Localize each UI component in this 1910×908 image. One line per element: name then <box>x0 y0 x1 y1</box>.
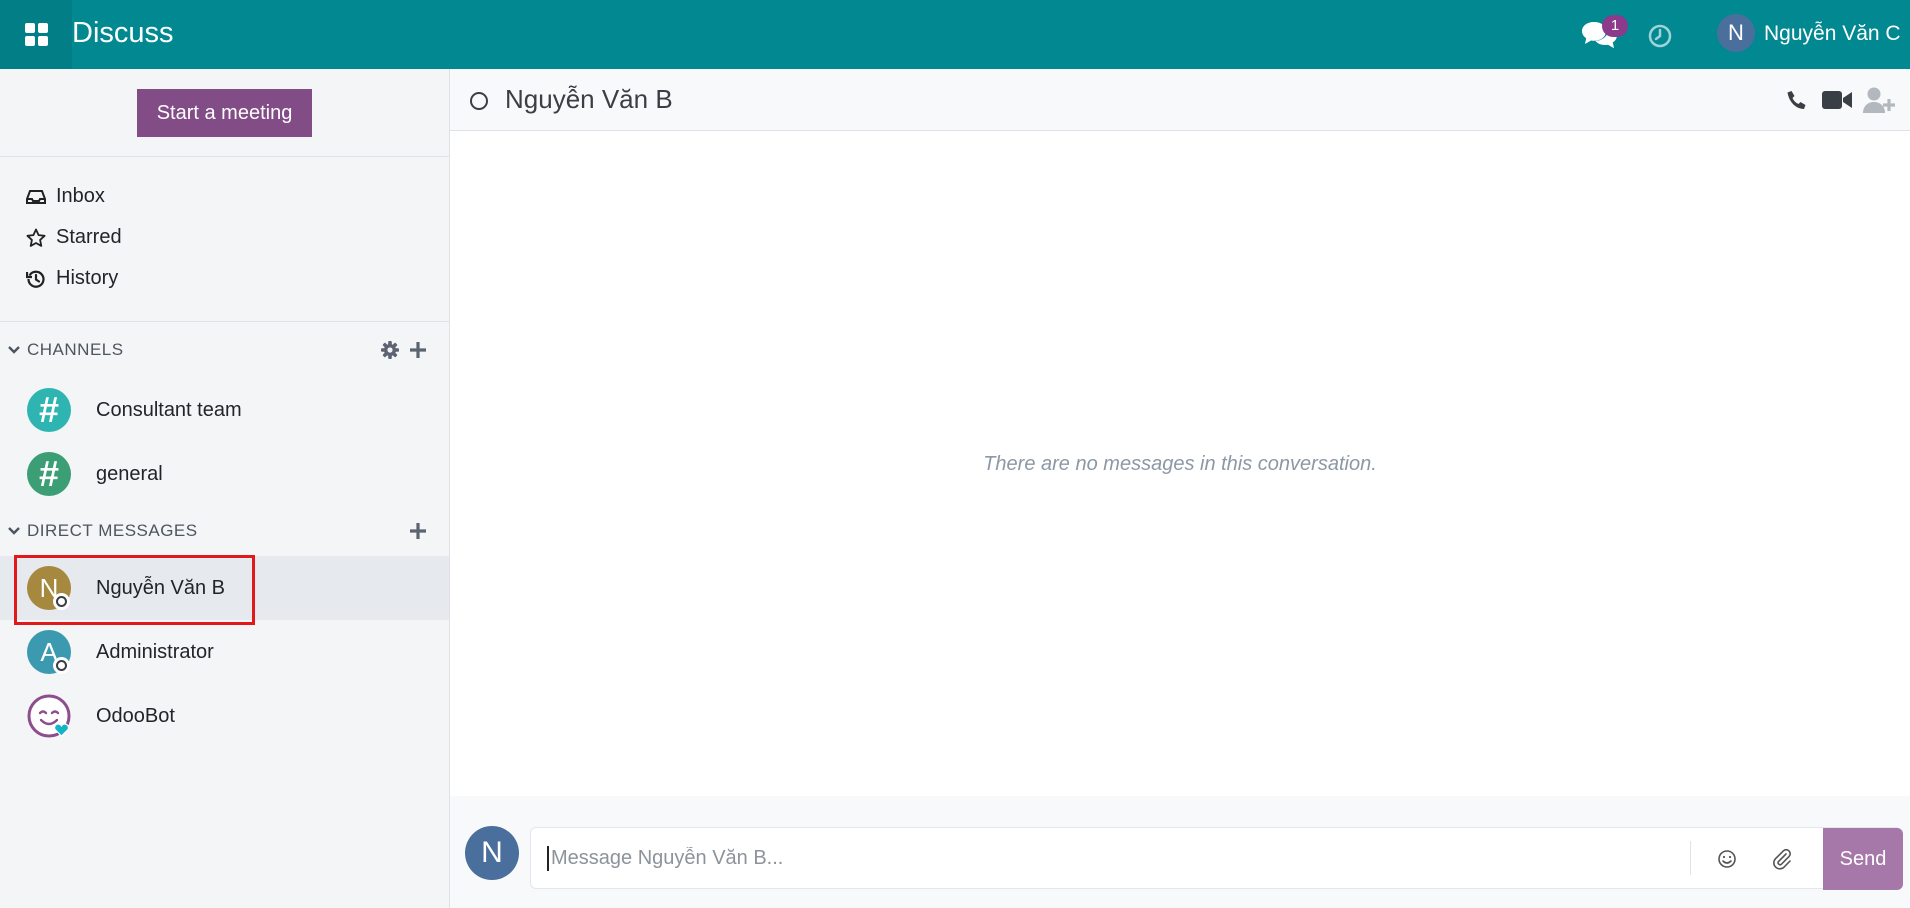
heart-status-icon <box>53 723 70 737</box>
send-button[interactable]: Send <box>1823 828 1903 890</box>
composer-box: Send <box>530 827 1903 890</box>
direct-messages-category: DIRECT MESSAGES <box>0 506 449 556</box>
phone-call-icon[interactable] <box>1785 89 1809 113</box>
user-menu[interactable]: Nguyễn Văn C <box>1764 22 1901 46</box>
top-navbar: Discuss 1 N Nguyễn Văn C <box>0 0 1910 69</box>
divider <box>1690 841 1691 875</box>
offline-status-icon <box>53 657 70 674</box>
gear-icon[interactable] <box>380 340 400 360</box>
annotation-highlight-dm <box>14 555 255 625</box>
composer-avatar: N <box>465 826 519 880</box>
chevron-down-icon[interactable] <box>7 343 21 357</box>
mailbox-label: Inbox <box>56 185 105 207</box>
chevron-down-icon[interactable] <box>7 524 21 538</box>
dm-label: Administrator <box>96 640 214 663</box>
history-icon <box>26 270 45 288</box>
dm-item-administrator[interactable]: A Administrator <box>0 620 449 684</box>
channel-item-general[interactable]: # general <box>0 442 449 506</box>
activity-clock-icon[interactable] <box>1645 21 1675 51</box>
channel-item-consultant-team[interactable]: # Consultant team <box>0 378 449 442</box>
add-direct-message-icon[interactable] <box>409 522 427 540</box>
star-icon <box>26 228 46 247</box>
dm-label: OdooBot <box>96 704 175 727</box>
start-meeting-button[interactable]: Start a meeting <box>137 89 312 137</box>
channel-hash-icon: # <box>27 388 71 432</box>
composer: N Send <box>450 796 1910 908</box>
dm-item-odoobot[interactable]: OdooBot <box>0 684 449 748</box>
thread-view: Nguyễn Văn B There are no messages in th… <box>450 69 1910 908</box>
mailbox-list: Inbox Starred History <box>0 157 449 322</box>
chat-counter-badge: 1 <box>1602 15 1628 37</box>
mailbox-label: Starred <box>56 226 122 248</box>
direct-messages-header[interactable]: DIRECT MESSAGES <box>27 521 198 541</box>
discuss-sidebar: Start a meeting Inbox Starred History CH… <box>0 69 450 908</box>
offline-status-icon <box>470 92 488 110</box>
user-avatar[interactable]: N <box>1717 14 1755 52</box>
empty-conversation-text: There are no messages in this conversati… <box>983 453 1377 475</box>
channel-hash-icon: # <box>27 452 71 496</box>
thread-title[interactable]: Nguyễn Văn B <box>505 84 673 115</box>
add-channel-icon[interactable] <box>409 341 427 359</box>
channels-header[interactable]: CHANNELS <box>27 340 124 360</box>
message-input[interactable] <box>547 846 1647 871</box>
paperclip-icon[interactable] <box>1772 848 1792 870</box>
channel-label: general <box>96 462 163 485</box>
mailbox-starred[interactable]: Starred <box>0 217 449 258</box>
mailbox-inbox[interactable]: Inbox <box>0 176 449 217</box>
channel-label: Consultant team <box>96 398 242 421</box>
mailbox-label: History <box>56 267 119 289</box>
app-title[interactable]: Discuss <box>72 17 174 50</box>
channels-category: CHANNELS <box>0 322 449 378</box>
apps-menu-icon[interactable] <box>0 0 72 69</box>
add-user-icon[interactable] <box>1862 85 1896 115</box>
thread-header: Nguyễn Văn B <box>450 69 1910 131</box>
mailbox-history[interactable]: History <box>0 258 449 299</box>
inbox-icon <box>26 189 46 204</box>
video-camera-icon[interactable] <box>1821 87 1853 113</box>
emoji-icon[interactable] <box>1717 849 1737 869</box>
